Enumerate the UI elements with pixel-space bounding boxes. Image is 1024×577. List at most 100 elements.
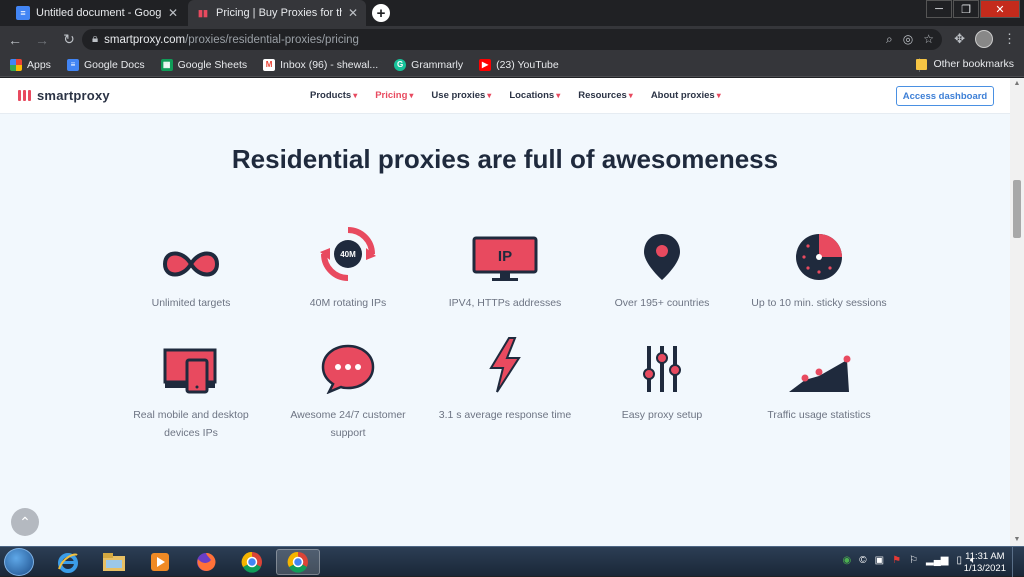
feature-label: 3.1 s average response time	[438, 409, 572, 421]
close-tab-icon[interactable]: ✕	[348, 6, 358, 20]
chrome-active-window-icon[interactable]	[276, 549, 320, 575]
hide-eye-icon[interactable]: ◎	[903, 32, 913, 47]
chevron-down-icon: ▾	[556, 91, 561, 100]
feature-label: Easy proxy setup	[621, 409, 703, 421]
bookmark-label: Grammarly	[411, 58, 464, 71]
feature-traffic-statistics: Traffic usage statistics	[749, 338, 889, 424]
scroll-to-top-button[interactable]: ⌃	[11, 508, 39, 536]
site-header: smartproxy Products ▾ Pricing ▾ Use proxie…	[0, 78, 1010, 114]
page-scrollbar[interactable]: ▲ ▼	[1010, 78, 1024, 546]
tab-smartproxy-pricing[interactable]: ▮▮ Pricing | Buy Proxies for the Best ✕	[188, 0, 366, 26]
zoom-icon[interactable]: ⌕	[886, 32, 893, 47]
tray-app-icon[interactable]: ◉	[843, 555, 852, 566]
scrollbar-thumb[interactable]	[1013, 180, 1021, 238]
infinity-icon	[121, 226, 261, 282]
bookmarks-bar: Apps ≡ Google Docs ▦ Google Sheets M Inb…	[0, 53, 1024, 77]
scroll-down-arrow-icon[interactable]: ▼	[1013, 536, 1021, 544]
chevron-down-icon: ▾	[353, 91, 358, 100]
chart-icon	[749, 338, 889, 394]
close-tab-icon[interactable]: ✕	[168, 6, 178, 20]
reload-icon[interactable]: ↻	[57, 28, 81, 52]
chrome-icon[interactable]	[230, 549, 274, 575]
access-dashboard-button[interactable]: Access dashboard	[896, 86, 994, 106]
page-title: Residential proxies are full of awesomen…	[231, 144, 779, 174]
bookmark-apps[interactable]: Apps	[10, 58, 51, 71]
sliders-icon	[592, 338, 732, 394]
bookmark-google-sheets[interactable]: ▦ Google Sheets	[160, 58, 247, 71]
tab-title: Untitled document - Google Doc	[36, 7, 162, 19]
folder-icon	[916, 58, 928, 70]
feature-countries: Over 195+ countries	[592, 226, 732, 312]
window-controls: ─ ❐ ✕	[925, 0, 1020, 18]
url-path: /proxies/residential-proxies/pricing	[185, 33, 359, 46]
bookmark-gmail[interactable]: M Inbox (96) - shewal...	[263, 58, 378, 71]
bookmark-grammarly[interactable]: G Grammarly	[394, 58, 464, 71]
bookmark-youtube[interactable]: ▶ (23) YouTube	[479, 58, 559, 71]
bookmark-label: Apps	[27, 58, 51, 71]
feature-ipv4-https: IP IPV4, HTTPs addresses	[435, 226, 575, 312]
feature-rotating-ips: 40M 40M rotating IPs	[278, 226, 418, 312]
ip-monitor-icon: IP	[435, 226, 575, 282]
scroll-up-arrow-icon[interactable]: ▲	[1013, 80, 1021, 88]
firefox-icon[interactable]	[184, 549, 228, 575]
start-button[interactable]	[4, 548, 34, 576]
feature-label: 40M rotating IPs	[309, 297, 387, 309]
menu-item-pricing[interactable]: Pricing ▾	[375, 90, 413, 101]
feature-label: Over 195+ countries	[614, 297, 710, 309]
back-icon[interactable]: ←	[3, 28, 27, 52]
tray-action-center-icon[interactable]: ⚐	[909, 555, 918, 566]
system-tray: ◉ © ▣ ⚑ ⚐ ▂▄▆ ▯ 🔈︎	[843, 555, 976, 566]
close-window-icon[interactable]: ✕	[980, 0, 1020, 18]
chevron-up-icon: ⌃	[19, 513, 31, 530]
badge-40m: 40M	[340, 250, 356, 259]
show-desktop-button[interactable]	[1012, 547, 1024, 577]
maximize-icon[interactable]: ❐	[953, 0, 979, 18]
media-player-icon[interactable]	[138, 549, 182, 575]
power-icon[interactable]: ▯	[956, 555, 962, 566]
feature-label: Up to 10 min. sticky sessions	[751, 297, 887, 309]
internet-explorer-icon[interactable]	[46, 549, 90, 575]
new-tab-button[interactable]: +	[372, 4, 390, 22]
feature-sticky-sessions: Up to 10 min. sticky sessions	[749, 226, 889, 312]
tray-network-adapter-icon[interactable]: ▣	[875, 555, 884, 566]
rotating-ips-icon: 40M	[278, 226, 418, 282]
location-pin-icon	[592, 226, 732, 282]
bookmark-star-icon[interactable]: ☆	[923, 32, 934, 47]
menu-kebab-icon[interactable]: ⋮	[1003, 31, 1016, 47]
omnibox-actions: ⌕ ◎ ☆	[886, 32, 934, 47]
extensions-puzzle-icon[interactable]: ✥	[954, 31, 965, 47]
logo-mark-icon	[18, 90, 31, 101]
other-bookmarks[interactable]: Other bookmarks	[916, 58, 1014, 70]
apps-grid-icon	[10, 58, 22, 71]
logo-text: smartproxy	[37, 88, 110, 103]
menu-item-locations[interactable]: Locations ▾	[509, 90, 560, 101]
tab-google-docs[interactable]: ≡ Untitled document - Google Doc ✕	[8, 0, 186, 26]
system-clock[interactable]: 11:31 AM 1/13/2021	[964, 551, 1006, 575]
menu-item-use-proxies[interactable]: Use proxies ▾	[431, 90, 491, 101]
file-explorer-icon[interactable]	[92, 549, 136, 575]
menu-item-resources[interactable]: Resources ▾	[578, 90, 633, 101]
google-sheets-icon: ▦	[160, 58, 173, 71]
bookmark-label: (23) YouTube	[496, 58, 559, 71]
menu-item-about-proxies[interactable]: About proxies ▾	[651, 90, 721, 101]
minimize-icon[interactable]: ─	[926, 0, 952, 18]
devices-icon	[121, 338, 261, 394]
gmail-icon: M	[263, 58, 276, 71]
tray-flag-icon[interactable]: ⚑	[892, 555, 901, 566]
browser-tab-strip: ≡ Untitled document - Google Doc ✕ ▮▮ Pr…	[0, 0, 1024, 26]
tab-title: Pricing | Buy Proxies for the Best	[216, 7, 342, 19]
smartproxy-logo[interactable]: smartproxy	[18, 88, 110, 103]
menu-item-products[interactable]: Products ▾	[310, 90, 357, 101]
profile-avatar[interactable]	[975, 30, 993, 48]
tray-c-icon[interactable]: ©	[859, 555, 866, 566]
signal-bars-icon[interactable]: ▂▄▆	[926, 555, 948, 566]
feature-label: Real mobile and desktop devices IPs	[133, 409, 249, 439]
badge-ip: IP	[498, 248, 512, 265]
address-bar[interactable]: 🔒︎ smartproxy.com/proxies/residential-pr…	[82, 29, 942, 50]
browser-toolbar: ← → ↻ 🔒︎ smartproxy.com/proxies/resident…	[0, 26, 1024, 53]
web-page: smartproxy Products ▾ Pricing ▾ Use proxie…	[0, 78, 1010, 546]
bookmark-google-docs[interactable]: ≡ Google Docs	[66, 58, 145, 71]
forward-icon[interactable]: →	[30, 28, 54, 52]
chevron-down-icon: ▾	[487, 91, 492, 100]
google-docs-icon: ≡	[16, 6, 30, 20]
